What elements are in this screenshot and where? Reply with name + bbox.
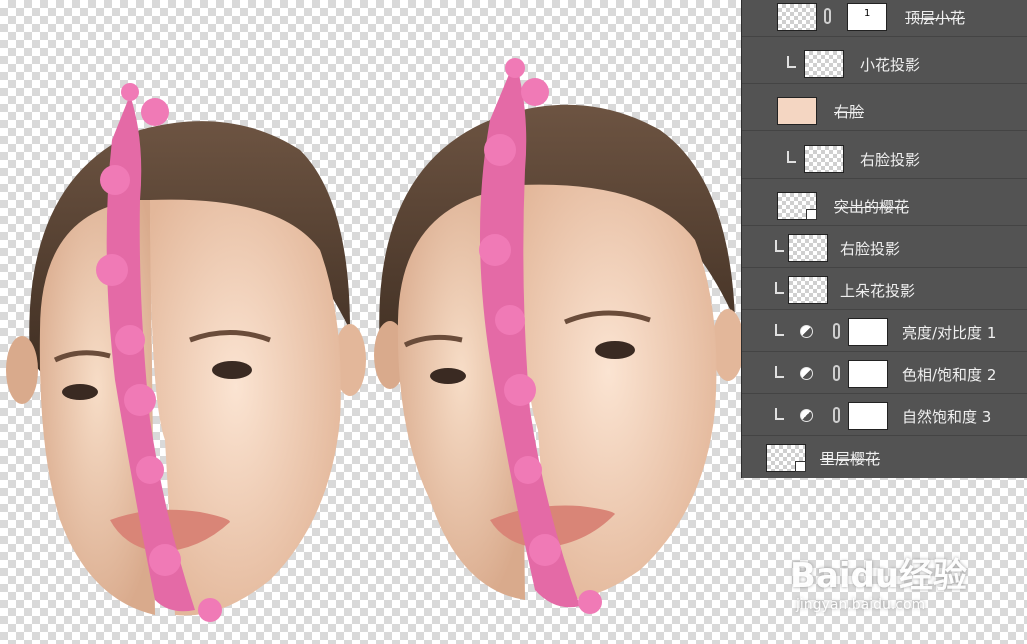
- layer-thumbnail: [766, 444, 806, 472]
- smart-object-badge-icon: [795, 461, 806, 472]
- clipping-arrow-icon: [787, 151, 796, 163]
- layer-name[interactable]: 右脸投影: [840, 238, 900, 259]
- smart-object-badge-icon: [806, 209, 817, 220]
- baidu-watermark: Baidu经验 jingyan.baidu.com: [790, 548, 967, 613]
- link-icon[interactable]: [833, 407, 840, 423]
- mask-mark: 1: [864, 8, 871, 19]
- layer-name[interactable]: 自然饱和度 3: [902, 406, 991, 427]
- layer-name[interactable]: 亮度/对比度 1: [902, 322, 996, 343]
- layer-mask-thumbnail[interactable]: 1: [847, 3, 887, 31]
- layer-name[interactable]: 上朵花投影: [840, 280, 915, 301]
- layer-name[interactable]: 小花投影: [860, 54, 920, 75]
- layer-name[interactable]: 右脸投影: [860, 149, 920, 170]
- clipping-arrow-icon: [775, 282, 784, 294]
- layer-thumbnail: [804, 50, 844, 78]
- watermark-url: jingyan.baidu.com: [796, 597, 926, 613]
- layer-row[interactable]: 上朵花投影: [742, 270, 1027, 310]
- layer-name[interactable]: 色相/饱和度 2: [902, 364, 996, 385]
- clipping-arrow-icon: [775, 240, 784, 252]
- layer-thumbnail: [777, 97, 817, 125]
- left-eye-l: [62, 384, 98, 400]
- layer-row[interactable]: 突出的樱花: [742, 186, 1027, 226]
- left-eye-r: [212, 361, 252, 379]
- link-icon[interactable]: [833, 365, 840, 381]
- adjustment-layer-icon: [800, 325, 813, 338]
- layer-thumbnail: [777, 3, 817, 31]
- clipping-arrow-icon: [775, 408, 784, 420]
- layers-panel: 1 顶层小花 小花投影 右脸 右脸投影 突出的樱花 右脸投影 上朵花投影 亮度/…: [741, 0, 1027, 478]
- link-icon[interactable]: [824, 8, 831, 24]
- right-eye-l: [430, 368, 466, 384]
- layer-row[interactable]: 右脸投影: [742, 139, 1027, 179]
- left-ear-l: [6, 336, 38, 404]
- layer-name[interactable]: 右脸: [834, 101, 864, 122]
- clipping-arrow-icon: [787, 56, 796, 68]
- layer-thumbnail: [788, 276, 828, 304]
- layer-mask-thumbnail[interactable]: [848, 360, 888, 388]
- clipping-arrow-icon: [775, 324, 784, 336]
- layer-row[interactable]: 1 顶层小花: [742, 0, 1027, 37]
- layer-row[interactable]: 小花投影: [742, 44, 1027, 84]
- layer-name[interactable]: 里层樱花: [820, 448, 880, 469]
- layer-thumbnail: [777, 192, 817, 220]
- layer-row[interactable]: 自然饱和度 3: [742, 396, 1027, 436]
- link-icon[interactable]: [833, 323, 840, 339]
- layer-mask-thumbnail[interactable]: [848, 402, 888, 430]
- layer-row[interactable]: 里层樱花: [742, 438, 1027, 478]
- adjustment-layer-icon: [800, 367, 813, 380]
- layer-row[interactable]: 右脸投影: [742, 228, 1027, 268]
- left-face: [6, 95, 366, 616]
- layer-row[interactable]: 右脸: [742, 91, 1027, 131]
- layer-thumbnail: [788, 234, 828, 262]
- right-eye-r: [595, 341, 635, 359]
- canvas-artwork: [6, 58, 741, 622]
- adjustment-layer-icon: [800, 409, 813, 422]
- right-face: [374, 60, 741, 608]
- layer-name[interactable]: 突出的樱花: [834, 196, 909, 217]
- layer-mask-thumbnail[interactable]: [848, 318, 888, 346]
- watermark-main: Baidu经验: [790, 556, 968, 596]
- layer-name[interactable]: 顶层小花: [905, 7, 965, 28]
- layer-row[interactable]: 亮度/对比度 1: [742, 312, 1027, 352]
- clipping-arrow-icon: [775, 366, 784, 378]
- layer-row[interactable]: 色相/饱和度 2: [742, 354, 1027, 394]
- layer-thumbnail: [804, 145, 844, 173]
